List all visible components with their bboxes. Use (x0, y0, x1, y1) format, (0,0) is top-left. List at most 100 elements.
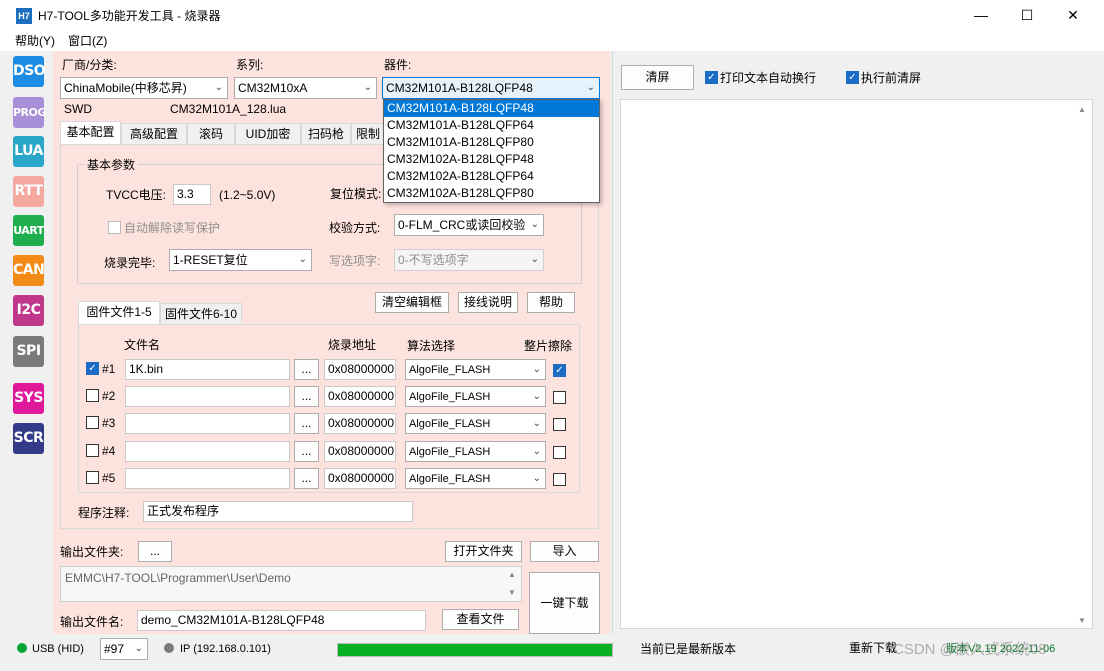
algorithm-select[interactable]: AlgoFile_FLASH ⌄ (405, 468, 546, 489)
tab-advanced-config[interactable]: 高级配置 (121, 123, 187, 144)
file-browse-button[interactable]: ... (294, 386, 319, 407)
toolbar-prog-button[interactable]: PROG (13, 97, 46, 128)
minimize-button[interactable]: — (958, 0, 1004, 31)
verify-label: 校验方式: (329, 221, 381, 235)
device-option[interactable]: CM32M102A-B128LQFP64 (384, 168, 599, 185)
file-row-id: #5 (102, 471, 116, 485)
tab-files-6-10[interactable]: 固件文件6-10 (160, 303, 242, 324)
tvcc-input[interactable]: 3.3 (173, 184, 211, 205)
wiring-button[interactable]: 接线说明 (458, 292, 518, 313)
series-select[interactable]: CM32M10xA ⌄ (234, 77, 377, 99)
algorithm-select[interactable]: AlgoFile_FLASH ⌄ (405, 359, 546, 380)
one-click-download-button[interactable]: 一键下载 (529, 572, 600, 634)
full-erase-checkbox[interactable]: ✓ (553, 364, 566, 377)
header-algorithm: 算法选择 (407, 339, 456, 353)
tab-uid-encrypt[interactable]: UID加密 (235, 123, 301, 144)
file-name-input[interactable] (125, 386, 290, 407)
device-option[interactable]: CM32M101A-B128LQFP48 (384, 100, 599, 117)
port-value: #97 (104, 642, 125, 656)
file-enable-checkbox[interactable] (86, 444, 99, 457)
toolbar-lua-button[interactable]: LUA (13, 136, 44, 167)
device-option[interactable]: CM32M102A-B128LQFP80 (384, 185, 599, 202)
algorithm-select[interactable]: AlgoFile_FLASH ⌄ (405, 441, 546, 462)
full-erase-checkbox[interactable] (553, 418, 566, 431)
verify-select[interactable]: 0-FLM_CRC或读回校验 ⌄ (394, 214, 544, 236)
scroll-down-icon[interactable]: ▼ (508, 588, 516, 597)
maximize-button[interactable]: ☐ (1004, 0, 1050, 31)
comment-input[interactable]: 正式发布程序 (143, 501, 413, 522)
output-path-value: EMMC\H7-TOOL\Programmer\User\Demo (65, 571, 291, 585)
flash-address-input[interactable]: 0x08000000 (324, 359, 396, 380)
toolbar-sys-button[interactable]: SYS (13, 383, 44, 414)
toolbar-spi-button[interactable]: SPI (13, 336, 44, 367)
output-name-label: 输出文件名: (60, 615, 124, 629)
file-name-input[interactable] (125, 413, 290, 434)
option-byte-value: 0-不写选项字 (398, 253, 469, 267)
file-name-input[interactable]: 1K.bin (125, 359, 290, 380)
close-button[interactable]: ✕ (1050, 0, 1096, 31)
file-enable-checkbox[interactable] (86, 389, 99, 402)
help-button[interactable]: 帮助 (527, 292, 575, 313)
menu-window[interactable]: 窗口(Z) (68, 33, 107, 49)
output-path-field[interactable]: EMMC\H7-TOOL\Programmer\User\Demo (60, 566, 522, 602)
option-byte-select[interactable]: 0-不写选项字 ⌄ (394, 249, 544, 271)
log-output-area[interactable] (620, 99, 1093, 629)
file-enable-checkbox[interactable] (86, 416, 99, 429)
device-select[interactable]: CM32M101A-B128LQFP48 ⌄ (382, 77, 600, 99)
algorithm-select[interactable]: AlgoFile_FLASH ⌄ (405, 386, 546, 407)
file-browse-button[interactable]: ... (294, 441, 319, 462)
flash-address-input[interactable]: 0x08000000 (324, 441, 396, 462)
device-option[interactable]: CM32M101A-B128LQFP80 (384, 134, 599, 151)
tab-files-1-5[interactable]: 固件文件1-5 (78, 301, 160, 324)
toolbar-dso-button[interactable]: DSO (13, 56, 46, 87)
file-name-input[interactable] (125, 468, 290, 489)
full-erase-checkbox[interactable] (553, 446, 566, 459)
flash-address-input[interactable]: 0x08000000 (324, 468, 396, 489)
tab-scanner[interactable]: 扫码枪 (301, 123, 351, 144)
file-name-input[interactable] (125, 441, 290, 462)
file-browse-button[interactable]: ... (294, 413, 319, 434)
option-byte-label: 写选项字: (329, 254, 381, 268)
wrap-text-checkbox[interactable]: ✓ (705, 71, 718, 84)
port-select[interactable]: #97 ⌄ (100, 638, 148, 660)
file-enable-checkbox[interactable] (86, 471, 99, 484)
clear-screen-button[interactable]: 清屏 (621, 65, 694, 90)
menu-help[interactable]: 帮助(Y) (15, 33, 55, 49)
clear-edit-button[interactable]: 清空编辑框 (375, 292, 449, 313)
algorithm-value: AlgoFile_FLASH (409, 446, 491, 458)
log-scroll-up-icon[interactable]: ▲ (1078, 105, 1086, 114)
algorithm-select[interactable]: AlgoFile_FLASH ⌄ (405, 413, 546, 434)
device-option[interactable]: CM32M101A-B128LQFP64 (384, 117, 599, 134)
toolbar-can-button[interactable]: CAN (13, 255, 45, 286)
full-erase-checkbox[interactable] (553, 391, 566, 404)
full-erase-checkbox[interactable] (553, 473, 566, 486)
file-browse-button[interactable]: ... (294, 359, 319, 380)
vendor-select[interactable]: ChinaMobile(中移芯昇) ⌄ (60, 77, 228, 99)
file-enable-checkbox[interactable]: ✓ (86, 362, 99, 375)
tab-basic-config[interactable]: 基本配置 (60, 121, 121, 144)
open-folder-button[interactable]: 打开文件夹 (445, 541, 522, 562)
file-browse-button[interactable]: ... (294, 468, 319, 489)
auto-unlock-checkbox[interactable] (108, 221, 121, 234)
tab-limit[interactable]: 限制 (351, 123, 385, 144)
import-button[interactable]: 导入 (530, 541, 599, 562)
toolbar-uart-button[interactable]: UART (13, 215, 44, 246)
menu-bar (0, 31, 1104, 51)
output-name-input[interactable]: demo_CM32M101A-B128LQFP48 (137, 610, 426, 631)
log-scroll-down-icon[interactable]: ▼ (1078, 616, 1086, 625)
done-select[interactable]: 1-RESET复位 ⌄ (169, 249, 312, 271)
device-option[interactable]: CM32M102A-B128LQFP48 (384, 151, 599, 168)
toolbar-scr-button[interactable]: SCR (13, 423, 44, 454)
flash-address-input[interactable]: 0x08000000 (324, 386, 396, 407)
toolbar-i2c-button[interactable]: I2C (13, 295, 44, 326)
redownload-button[interactable]: 重新下载 (846, 639, 900, 659)
view-file-button[interactable]: 查看文件 (442, 609, 519, 630)
flash-address-input[interactable]: 0x08000000 (324, 413, 396, 434)
scroll-up-icon[interactable]: ▲ (508, 570, 516, 579)
toolbar-rtt-button[interactable]: RTT (13, 176, 44, 207)
output-folder-browse-button[interactable]: ... (138, 541, 172, 562)
header-filename: 文件名 (124, 338, 161, 352)
clear-before-checkbox[interactable]: ✓ (846, 71, 859, 84)
vendor-value: ChinaMobile(中移芯昇) (64, 81, 187, 95)
tab-rolling-code[interactable]: 滚码 (187, 123, 235, 144)
